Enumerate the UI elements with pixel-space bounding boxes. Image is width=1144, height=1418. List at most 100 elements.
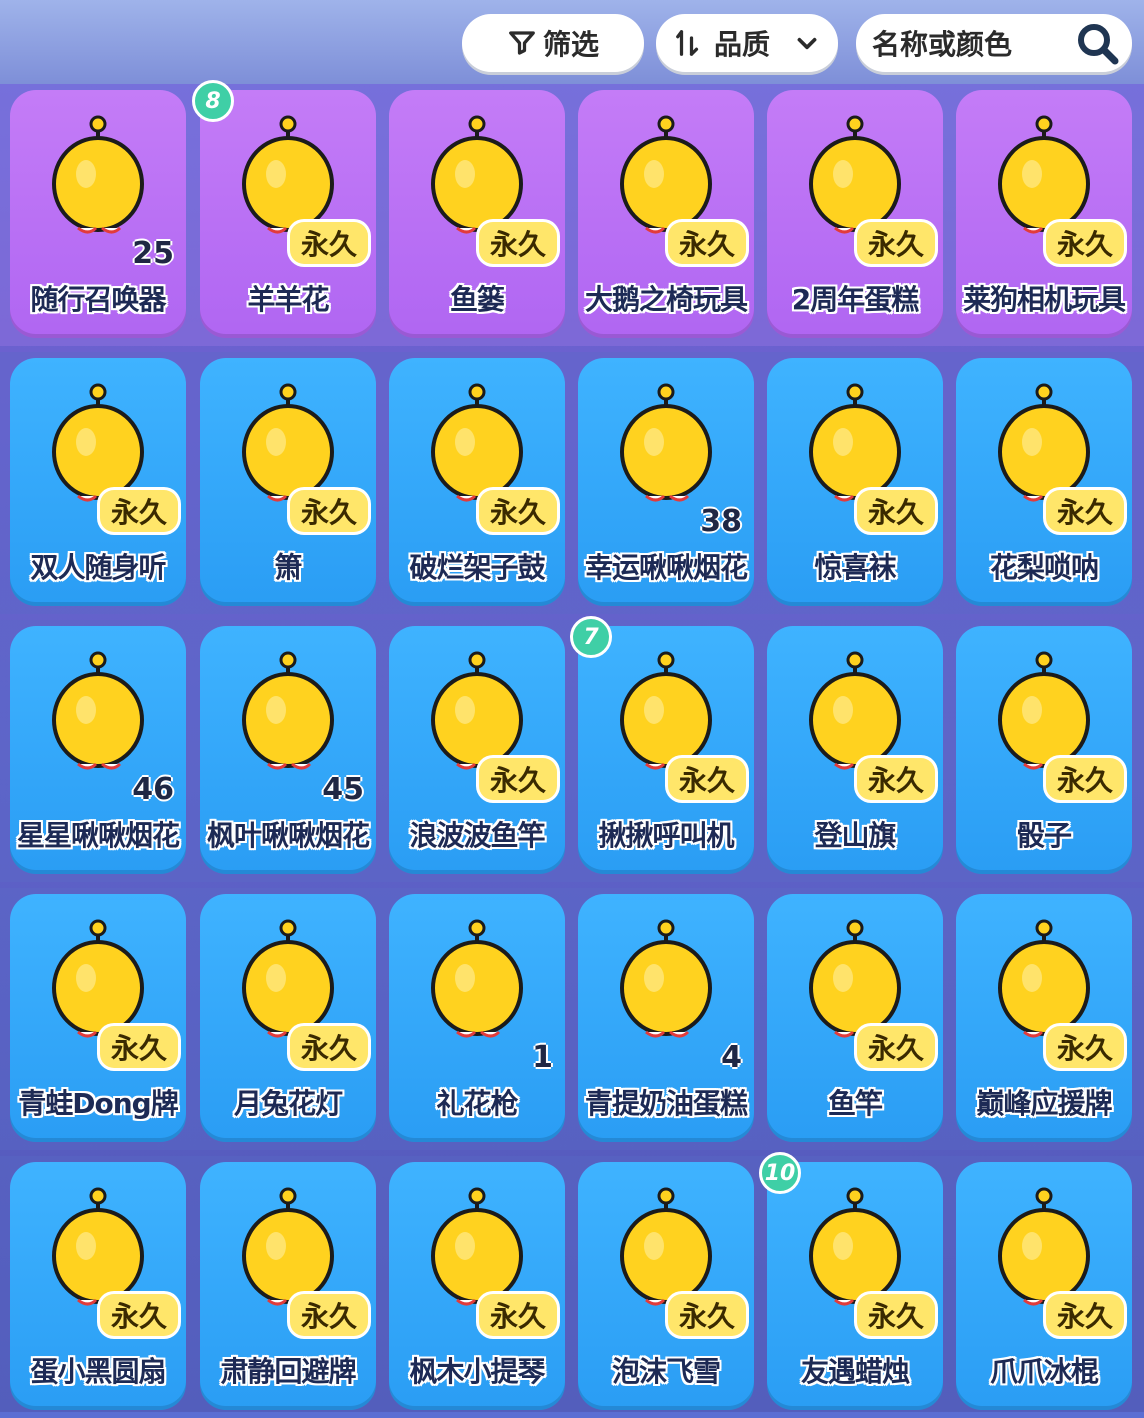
item-name: 枫木小提琴 <box>409 1355 545 1388</box>
item-name: 羊羊花 <box>247 283 329 316</box>
item-name: 蛋小黑圆扇 <box>30 1355 166 1388</box>
item-card[interactable]: 永久 2周年蛋糕 <box>767 90 943 338</box>
filter-icon <box>509 31 535 55</box>
item-name: 友遇蜡烛 <box>800 1355 910 1388</box>
permanent-badge: 永久 <box>857 1026 935 1068</box>
permanent-badge: 永久 <box>1046 222 1124 264</box>
item-card[interactable]: 永久鱼篓 <box>389 90 565 338</box>
item-name: 鱼篓 <box>449 283 505 316</box>
permanent-badge: 永久 <box>1046 1026 1124 1068</box>
toolbar: 筛选 品质 名称或颜色 <box>0 0 1144 84</box>
item-name: 登山旗 <box>814 819 896 852</box>
item-count: 1 <box>532 1040 553 1075</box>
item-card[interactable]: 永久青蛙Dong牌 <box>10 894 186 1142</box>
item-name: 箫 <box>274 551 302 584</box>
permanent-badge: 永久 <box>1046 758 1124 800</box>
item-card[interactable]: 永久友遇蜡烛 <box>767 1162 943 1410</box>
search-icon[interactable] <box>1074 20 1120 66</box>
permanent-badge: 永久 <box>668 1294 746 1336</box>
item-name: 泡沫飞雪 <box>611 1355 721 1388</box>
item-name: 莱狗相机玩具 <box>962 283 1126 316</box>
sort-dropdown[interactable]: 品质 <box>656 14 838 72</box>
item-card[interactable]: 永久鱼竿 <box>767 894 943 1142</box>
item-name: 爪爪冰棍 <box>989 1355 1099 1388</box>
item-card[interactable]: 永久浪波波鱼竿 <box>389 626 565 874</box>
permanent-badge: 永久 <box>479 758 557 800</box>
item-name: 骰子 <box>1016 819 1072 852</box>
item-name: 浪波波鱼竿 <box>409 819 545 852</box>
item-card[interactable]: 1 礼花枪 <box>389 894 565 1142</box>
item-card[interactable]: 永久破烂架子鼓 <box>389 358 565 606</box>
permanent-badge: 永久 <box>290 1294 368 1336</box>
permanent-badge: 永久 <box>857 490 935 532</box>
permanent-badge: 永久 <box>290 222 368 264</box>
item-name: 大鹅之椅玩具 <box>584 283 748 316</box>
item-card[interactable]: 永久爪爪冰棍 <box>956 1162 1132 1410</box>
item-card[interactable]: 38 幸运啾啾烟花 <box>578 358 754 606</box>
filter-label: 筛选 <box>542 28 599 61</box>
item-count: 38 <box>700 504 742 539</box>
permanent-badge: 永久 <box>479 490 557 532</box>
new-count-tag: 7 <box>570 616 612 658</box>
permanent-badge: 永久 <box>100 1026 178 1068</box>
item-count: 46 <box>132 772 174 807</box>
item-count: 4 <box>721 1040 742 1075</box>
item-card[interactable]: 45 枫叶啾啾烟花 <box>200 626 376 874</box>
item-card[interactable]: 永久月兔花灯 <box>200 894 376 1142</box>
item-name: 幸运啾啾烟花 <box>584 551 748 584</box>
item-card[interactable]: 4 青提奶油蛋糕 <box>578 894 754 1142</box>
permanent-badge: 永久 <box>857 1294 935 1336</box>
permanent-badge: 永久 <box>668 222 746 264</box>
item-card[interactable]: 永久 惊喜袜 <box>767 358 943 606</box>
item-card[interactable]: 永久箫 <box>200 358 376 606</box>
permanent-badge: 永久 <box>479 1294 557 1336</box>
item-name: 双人随身听 <box>30 551 166 584</box>
search-placeholder: 名称或颜色 <box>872 28 1013 61</box>
item-card[interactable]: 永久 双人随身听 <box>10 358 186 606</box>
sort-label: 品质 <box>714 28 771 61</box>
item-card[interactable]: 永久 揪揪呼叫机 <box>578 626 754 874</box>
item-icon <box>52 651 144 770</box>
item-card[interactable]: 永久大鹅之椅玩具 <box>578 90 754 338</box>
item-name: 随行召唤器 <box>30 283 166 316</box>
permanent-badge: 永久 <box>100 1294 178 1336</box>
item-card[interactable]: 永久莱狗相机玩具 <box>956 90 1132 338</box>
item-card[interactable]: 永久羊羊花 <box>200 90 376 338</box>
chevron-down-icon <box>797 37 817 50</box>
item-name: 月兔花灯 <box>233 1087 343 1120</box>
item-name: 礼花枪 <box>436 1087 518 1120</box>
item-card[interactable]: 永久枫木小提琴 <box>389 1162 565 1410</box>
item-count: 45 <box>322 772 364 807</box>
item-card[interactable]: 永久 花梨唢呐 <box>956 358 1132 606</box>
item-card[interactable]: 46 星星啾啾烟花 <box>10 626 186 874</box>
item-icon <box>431 919 523 1038</box>
item-card[interactable]: 永久巅峰应援牌 <box>956 894 1132 1142</box>
permanent-badge: 永久 <box>857 222 935 264</box>
search-field[interactable]: 名称或颜色 <box>856 14 1132 72</box>
new-count-tag: 8 <box>192 80 234 122</box>
filter-button[interactable]: 筛选 <box>462 14 644 72</box>
item-name: 青蛙Dong牌 <box>18 1087 178 1120</box>
item-card[interactable]: 永久肃静回避牌 <box>200 1162 376 1410</box>
item-card[interactable]: 永久泡沫飞雪 <box>578 1162 754 1410</box>
item-name: 揪揪呼叫机 <box>598 819 734 852</box>
item-card[interactable]: 永久蛋小黑圆扇 <box>10 1162 186 1410</box>
item-name: 肃静回避牌 <box>220 1355 356 1388</box>
item-card[interactable]: 25 随行召唤器 <box>10 90 186 338</box>
permanent-badge: 永久 <box>479 222 557 264</box>
permanent-badge: 永久 <box>1046 1294 1124 1336</box>
item-card[interactable]: 永久骰子 <box>956 626 1132 874</box>
item-icon <box>620 919 712 1038</box>
permanent-badge: 永久 <box>290 1026 368 1068</box>
item-name: 破烂架子鼓 <box>409 551 545 584</box>
sort-icon <box>676 30 699 56</box>
permanent-badge: 永久 <box>290 490 368 532</box>
item-name: 鱼竿 <box>827 1087 883 1120</box>
permanent-badge: 永久 <box>857 758 935 800</box>
item-name: 2周年蛋糕 <box>791 283 919 316</box>
item-name: 花梨唢呐 <box>989 551 1099 584</box>
item-card[interactable]: 永久登山旗 <box>767 626 943 874</box>
item-name: 星星啾啾烟花 <box>16 819 180 852</box>
item-name: 巅峰应援牌 <box>976 1087 1112 1120</box>
new-count-tag: 10 <box>759 1152 801 1194</box>
